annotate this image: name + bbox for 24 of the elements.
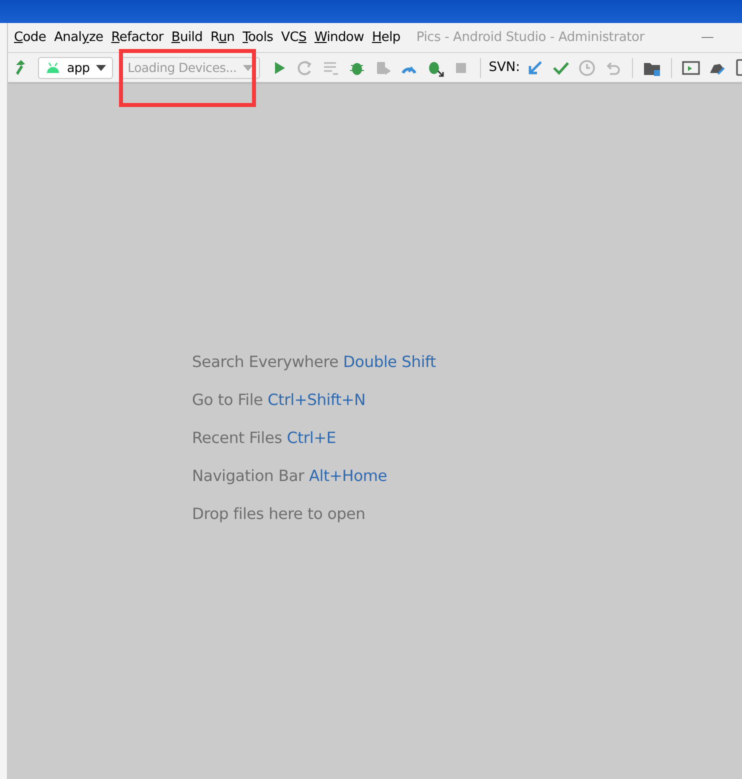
menu-item[interactable]: Build [167, 30, 207, 45]
menu-item[interactable]: VCS [277, 30, 310, 45]
hint-text: Search Everywhere Double Shift [192, 353, 437, 371]
menu-item[interactable]: Help [368, 30, 404, 45]
hint-text: Recent Files Ctrl+E [192, 429, 338, 447]
menu-item[interactable]: Refactor [107, 30, 168, 45]
menu-item[interactable]: Code [10, 30, 50, 45]
caret-icon [96, 64, 106, 70]
caret-icon [242, 64, 253, 70]
menu-item[interactable]: Analyze [50, 30, 108, 45]
hint-text: Navigation Bar Alt+Home [192, 467, 388, 485]
terminal-icon[interactable] [682, 58, 700, 76]
hint-text: Go to File Ctrl+Shift+N [192, 391, 367, 409]
android-icon [45, 62, 61, 74]
minimize-button[interactable]: — [701, 30, 714, 45]
menu-item[interactable]: Run [206, 30, 239, 45]
configuration-dropdown[interactable]: app [38, 56, 113, 78]
window-title: Pics - Android Studio - Administrator [416, 30, 644, 45]
hint-text: Drop files here to open [192, 505, 366, 523]
svn-label: SVN: [488, 60, 520, 75]
menu-item[interactable]: Window [310, 30, 368, 45]
rerun-icon[interactable] [296, 58, 314, 76]
clock-icon[interactable] [578, 58, 596, 76]
menu-item[interactable]: Tools [238, 30, 278, 45]
